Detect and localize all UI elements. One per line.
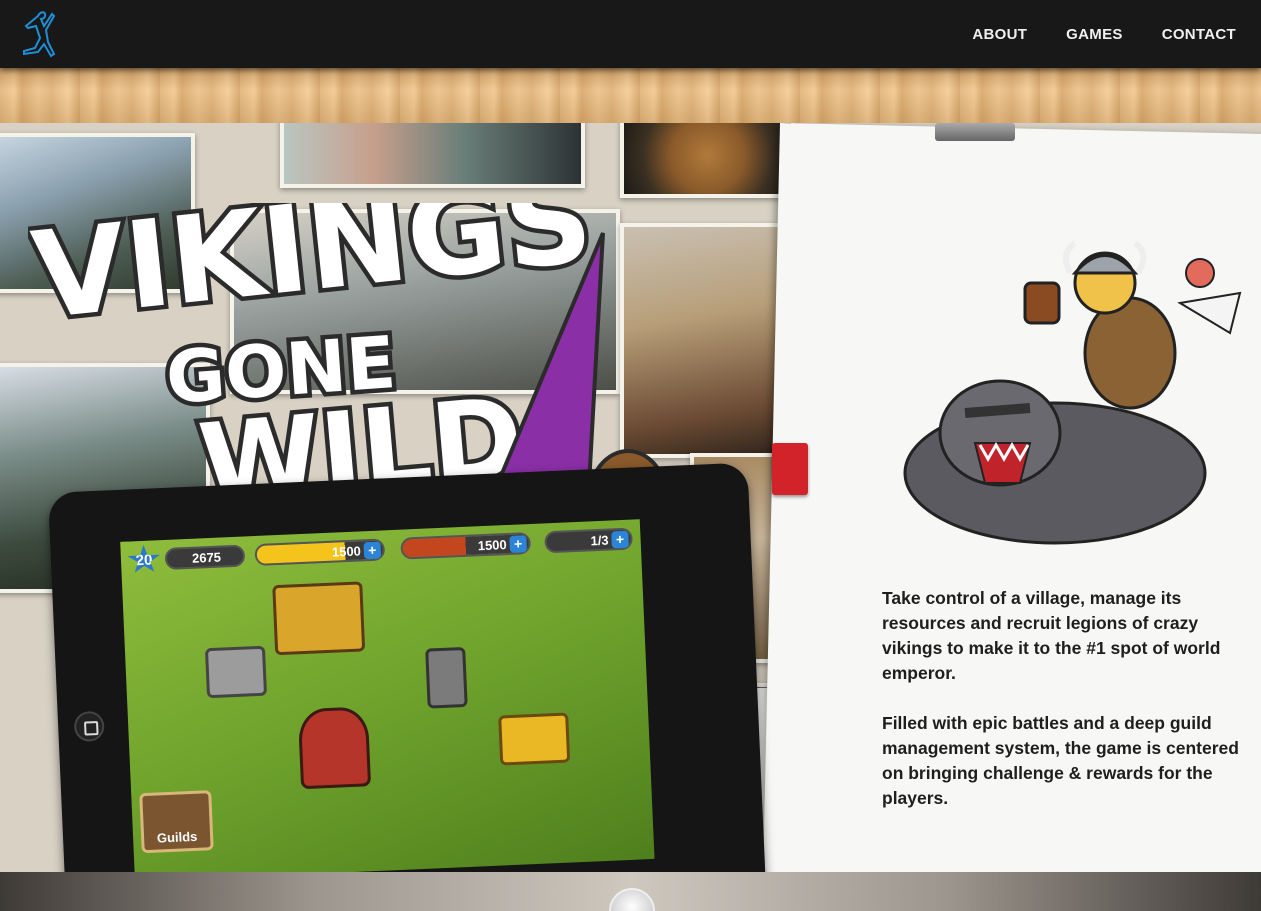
jumping-figure-logo-icon bbox=[23, 11, 56, 58]
binder-clip bbox=[772, 443, 808, 495]
viking-on-bear-illustration bbox=[903, 240, 1242, 545]
nav-games-link[interactable]: GAMES bbox=[1066, 26, 1123, 43]
top-nav-bar: ABOUT GAMES CONTACT bbox=[0, 0, 1261, 68]
nav-contact-link[interactable]: CONTACT bbox=[1162, 26, 1236, 43]
forge-building bbox=[425, 646, 468, 709]
xp-value: 2675 bbox=[191, 549, 222, 566]
wood-texture-strip bbox=[0, 68, 1261, 123]
game-screenshot: 20 2675 1500 + 1500 + 1/3 + Guilds bbox=[120, 519, 655, 872]
guilds-button: Guilds bbox=[139, 790, 214, 854]
player-level-badge: 20 bbox=[126, 544, 161, 575]
add-worker-button: + bbox=[611, 530, 629, 549]
hero-banner: VIKINGS GONE WILD 20 2675 1500 + 1500 + 1/… bbox=[0, 123, 1261, 872]
home-logo-link[interactable] bbox=[18, 8, 58, 58]
xp-counter: 2675 bbox=[164, 544, 246, 570]
main-nav: ABOUT GAMES CONTACT bbox=[933, 0, 1236, 68]
tablet-home-button bbox=[73, 710, 105, 743]
workers-counter: 1/3 + bbox=[544, 527, 634, 554]
game-description: Take control of a village, manage its re… bbox=[882, 586, 1254, 836]
gold-counter: 1500 + bbox=[254, 538, 386, 567]
meat-value: 1500 bbox=[477, 536, 507, 553]
meat-counter: 1500 + bbox=[400, 532, 532, 560]
paper-clip bbox=[935, 123, 1015, 141]
gold-storage-building bbox=[498, 712, 571, 766]
description-paragraph: Take control of a village, manage its re… bbox=[882, 588, 1221, 683]
workers-value: 1/3 bbox=[590, 532, 609, 548]
add-gold-button: + bbox=[363, 541, 382, 560]
tablet-device: 20 2675 1500 + 1500 + 1/3 + Guilds bbox=[48, 462, 768, 872]
tower-building bbox=[297, 706, 372, 790]
description-paragraph: Filled with epic battles and a deep guil… bbox=[882, 713, 1239, 808]
stone-building bbox=[204, 645, 268, 699]
moodboard-photo bbox=[620, 123, 795, 198]
longhouse-building bbox=[272, 581, 366, 656]
gold-value: 1500 bbox=[331, 542, 362, 560]
add-meat-button: + bbox=[509, 535, 528, 553]
nav-about-link[interactable]: ABOUT bbox=[972, 26, 1027, 43]
moodboard-photo bbox=[280, 123, 585, 188]
